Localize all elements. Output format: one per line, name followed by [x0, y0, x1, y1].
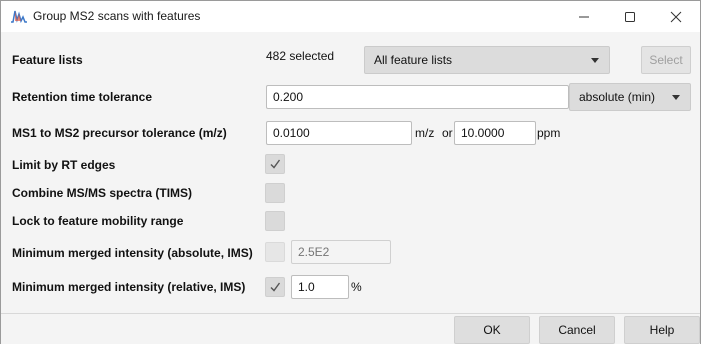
feature-lists-selected: All feature lists — [374, 53, 453, 67]
min-abs-intensity-input[interactable] — [291, 240, 391, 264]
min-abs-intensity-label: Minimum merged intensity (absolute, IMS) — [12, 246, 253, 260]
min-rel-intensity-input[interactable]: 1.0 — [291, 275, 349, 299]
ppm-unit-label: ppm — [537, 126, 561, 140]
min-abs-intensity-checkbox[interactable] — [265, 242, 285, 262]
rt-tolerance-input[interactable]: 0.200 — [266, 85, 569, 109]
min-rel-intensity-checkbox[interactable] — [265, 277, 285, 297]
percent-unit-label: % — [351, 280, 362, 294]
checkmark-icon — [270, 282, 281, 292]
lock-mobility-checkbox[interactable] — [265, 211, 285, 231]
or-label: or — [442, 126, 453, 140]
select-button-label: Select — [649, 53, 683, 67]
mz-tolerance-input[interactable]: 0.0100 — [266, 121, 412, 145]
feature-lists-dropdown[interactable]: All feature lists — [364, 46, 610, 74]
chevron-down-icon — [591, 58, 599, 63]
ok-button-label: OK — [483, 323, 501, 337]
window-title: Group MS2 scans with features — [33, 9, 201, 23]
app-chart-icon — [11, 10, 27, 23]
combine-tims-checkbox[interactable] — [265, 183, 285, 203]
minimize-icon — [579, 16, 589, 17]
help-button[interactable]: Help — [624, 316, 700, 344]
lock-mobility-label: Lock to feature mobility range — [12, 214, 184, 228]
feature-lists-label: Feature lists — [12, 53, 83, 67]
select-button[interactable]: Select — [641, 46, 691, 74]
precursor-tolerance-label: MS1 to MS2 precursor tolerance (m/z) — [12, 126, 227, 140]
dialog-window: Group MS2 scans with features Feature li… — [0, 0, 701, 344]
cancel-button[interactable]: Cancel — [539, 316, 615, 344]
close-button[interactable] — [653, 1, 699, 32]
chevron-down-icon — [672, 95, 680, 100]
maximize-icon — [625, 11, 635, 22]
minimize-button[interactable] — [561, 1, 607, 32]
rt-unit-dropdown[interactable]: absolute (min) — [569, 83, 691, 111]
checkmark-icon — [270, 159, 281, 169]
limit-rt-edges-label: Limit by RT edges — [12, 158, 116, 172]
feature-lists-count: 482 selected — [266, 49, 335, 63]
close-icon — [670, 11, 682, 22]
ok-button[interactable]: OK — [454, 316, 530, 344]
cancel-button-label: Cancel — [558, 323, 596, 337]
limit-rt-edges-checkbox[interactable] — [265, 154, 285, 174]
combine-tims-label: Combine MS/MS spectra (TIMS) — [12, 186, 193, 200]
min-rel-intensity-label: Minimum merged intensity (relative, IMS) — [12, 280, 246, 294]
rt-unit-selected: absolute (min) — [579, 90, 656, 104]
help-button-label: Help — [649, 323, 675, 337]
title-bar[interactable]: Group MS2 scans with features — [1, 1, 700, 32]
mz-unit-label: m/z — [415, 126, 435, 140]
maximize-button[interactable] — [607, 1, 653, 32]
ppm-tolerance-input[interactable]: 10.0000 — [454, 121, 536, 145]
rt-tolerance-label: Retention time tolerance — [12, 90, 153, 104]
